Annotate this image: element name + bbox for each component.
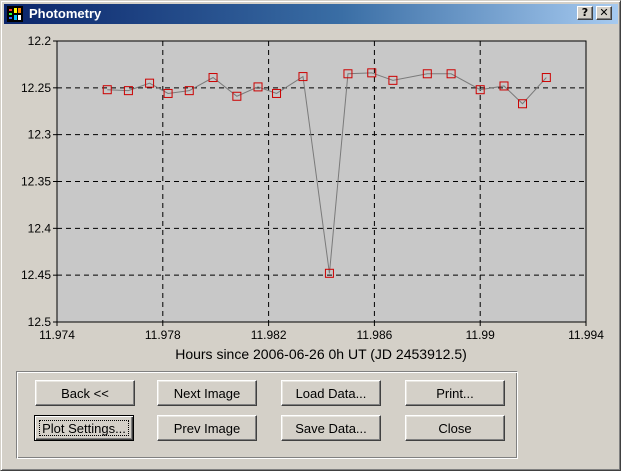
- plot-settings-button-label: Plot Settings...: [42, 420, 126, 436]
- help-button[interactable]: ?: [577, 6, 593, 20]
- load-data-button[interactable]: Load Data...: [281, 380, 381, 406]
- x-tick-label: 11.982: [251, 328, 287, 342]
- x-tick-label: 11.986: [356, 328, 392, 342]
- print-button[interactable]: Print...: [405, 380, 505, 406]
- close-window-button[interactable]: ✕: [596, 6, 612, 20]
- x-tick-label: 11.974: [39, 328, 75, 342]
- save-data-button[interactable]: Save Data...: [281, 415, 381, 441]
- back-button[interactable]: Back <<: [35, 380, 135, 406]
- y-tick-label: 12.45: [21, 268, 51, 282]
- x-tick-label: 11.978: [145, 328, 181, 342]
- x-tick-label: 11.99: [466, 328, 495, 342]
- y-tick-label: 12.2: [28, 34, 52, 48]
- back-button-label: Back <<: [61, 385, 109, 401]
- next-image-button[interactable]: Next Image: [157, 380, 257, 406]
- close-button-label: Close: [438, 420, 472, 436]
- app-icon: [7, 6, 23, 22]
- x-tick-label: 11.994: [568, 328, 604, 342]
- plot-settings-button[interactable]: Plot Settings...: [34, 415, 134, 441]
- y-tick-label: 12.35: [21, 175, 51, 189]
- photometry-chart: 11.974 11.978 11.982 11.986 11.99 11.994 12.2 1…: [21, 34, 604, 362]
- y-tick-label: 12.25: [21, 81, 51, 95]
- title-bar[interactable]: Photometry ? ✕: [4, 4, 618, 24]
- chart-x-axis-label: Hours since 2006-06-26 0h UT (JD 2453912…: [175, 346, 467, 362]
- y-tick-label: 12.4: [28, 221, 52, 235]
- print-button-label: Print...: [436, 385, 474, 401]
- load-data-button-label: Load Data...: [295, 385, 367, 401]
- photometry-window: Photometry ? ✕ 11.974 11.978 11.982 11.986 1…: [0, 0, 621, 471]
- close-button[interactable]: Close: [405, 415, 505, 441]
- y-tick-label: 12.3: [28, 128, 52, 142]
- prev-image-button-label: Prev Image: [173, 420, 241, 436]
- y-tick-label: 12.5: [28, 315, 52, 329]
- next-image-button-label: Next Image: [173, 385, 241, 401]
- prev-image-button[interactable]: Prev Image: [157, 415, 257, 441]
- button-panel: Back << Next Image Load Data... Print...…: [16, 371, 518, 459]
- window-title: Photometry: [29, 6, 102, 21]
- save-data-button-label: Save Data...: [295, 420, 367, 436]
